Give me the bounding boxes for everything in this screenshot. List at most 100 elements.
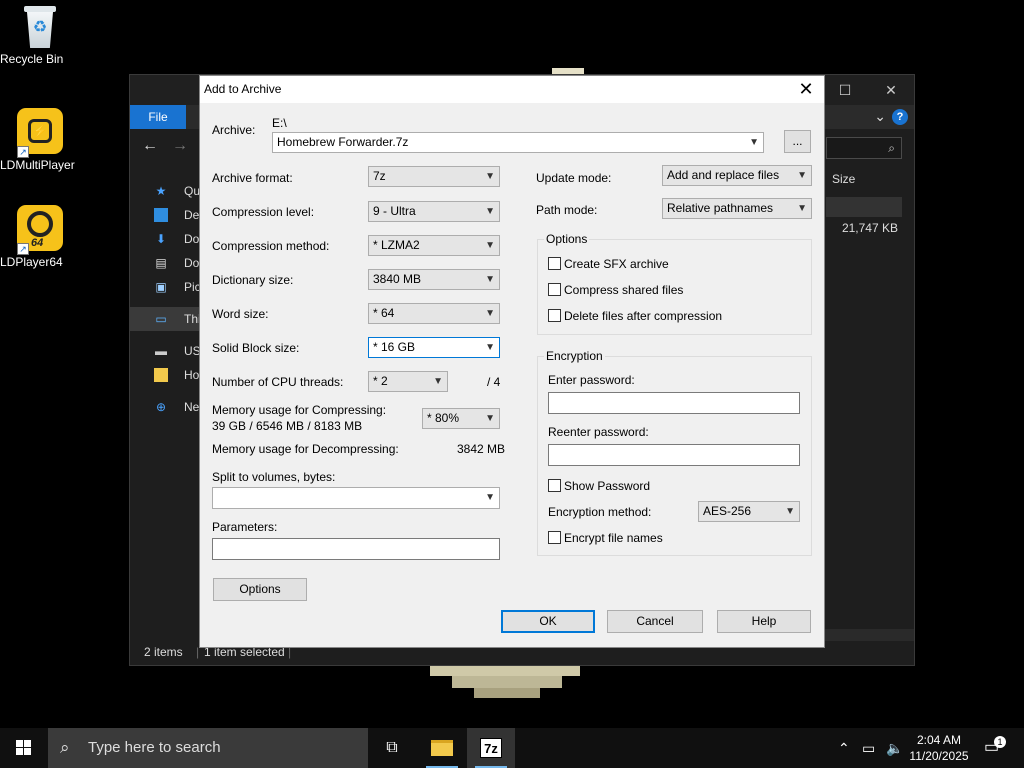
clock-date: 11/20/2025 [909,749,969,763]
ok-button[interactable]: OK [501,610,595,633]
ldmultiplayer-icon: ⚡ ↗ [17,108,63,158]
start-button[interactable] [0,728,48,768]
help-button[interactable]: Help [717,610,811,633]
desktop-icon-label: LDMultiPlayer [0,158,75,172]
desktop-icon-ldplayer64[interactable]: 64 ↗ LDPlayer64 [0,205,80,269]
explorer-search-box[interactable]: ⌕ [826,137,902,159]
memory-usage-select[interactable]: * 80% ▼ [422,408,500,429]
close-icon[interactable]: ✕ [794,78,818,100]
sidebar-item-homebrew[interactable]: Homebrew [130,363,200,387]
chevron-down-icon: ▼ [797,170,807,181]
help-icon[interactable]: ? [892,109,908,125]
memory-compress-value: 39 GB / 6546 MB / 8183 MB [212,419,363,433]
encrypt-names-checkbox[interactable]: Encrypt file names [548,531,663,545]
chevron-down-icon: ▼ [785,506,795,517]
7zip-icon: 7z [480,737,502,758]
archive-path: E:\ [272,116,287,130]
compression-level-select[interactable]: 9 - Ultra ▼ [368,201,500,222]
enter-password-input[interactable] [548,392,800,414]
create-sfx-checkbox[interactable]: Create SFX archive [548,257,669,271]
ldplayer-badge: 64 [31,237,44,249]
chevron-down-icon: ▼ [485,308,495,319]
sidebar-item-downloads[interactable]: ⬇ Downloads [130,227,200,251]
network-icon: ⊕ [155,400,167,414]
ribbon-file-tab[interactable]: File [130,105,186,129]
dictionary-size-label: Dictionary size: [212,273,294,287]
compression-method-select[interactable]: * LZMA2 ▼ [368,235,500,256]
reenter-password-input[interactable] [548,444,800,466]
taskbar-clock[interactable]: 2:04 AM 11/20/2025 [906,732,972,764]
chevron-up-icon[interactable]: ⌃ [838,728,850,768]
word-size-select[interactable]: * 64 ▼ [368,303,500,324]
sidebar-item-this-pc[interactable]: ▭ This PC [130,307,200,331]
taskbar-search-box[interactable]: ⌕ Type here to search [48,728,368,768]
chevron-down-icon[interactable]: ⌄ [874,108,886,125]
archive-format-select[interactable]: 7z ▼ [368,166,500,187]
archive-name-value: Homebrew Forwarder.7z [277,135,409,149]
notification-icon[interactable]: ▭ 1 [984,728,1006,768]
sidebar-item-usb-drive[interactable]: ▬ USB Drive [130,339,200,363]
memory-compress-label: Memory usage for Compressing: [212,403,387,417]
encryption-method-select[interactable]: AES-256 ▼ [698,501,800,522]
path-mode-select[interactable]: Relative pathnames ▼ [662,198,812,219]
forward-arrow-icon[interactable]: → [172,137,188,155]
checkbox-icon [548,309,561,322]
memory-decompress-label: Memory usage for Decompressing: [212,442,399,456]
compression-level-value: 9 - Ultra [373,204,416,218]
desktop-icon-ldmultiplayer[interactable]: ⚡ ↗ LDMultiPlayer [0,108,80,172]
search-placeholder: Type here to search [88,739,221,756]
shortcut-arrow-icon: ↗ [17,243,29,255]
memory-usage-value: * 80% [427,411,460,425]
split-volumes-combo[interactable]: ▼ [212,487,500,509]
cancel-button[interactable]: Cancel [607,610,703,633]
cpu-threads-select[interactable]: * 2 ▼ [368,371,448,392]
archive-name-combo[interactable]: Homebrew Forwarder.7z ▼ [272,132,764,153]
network-icon[interactable]: ▭ [862,728,875,768]
computer-icon: ▭ [155,312,167,326]
desktop-icon-recycle-bin[interactable]: ♻ Recycle Bin [0,6,80,66]
parameters-label: Parameters: [212,520,278,534]
close-icon[interactable]: ✕ [868,75,914,105]
checkbox-icon [548,479,561,492]
sidebar-item-network[interactable]: ⊕ Network [130,395,200,419]
sidebar-item-documents[interactable]: ▤ Documents [130,251,200,275]
document-icon: ▤ [155,256,167,270]
sidebar-item-label: Downloads [184,232,200,246]
volume-muted-icon[interactable]: 🔈 [886,728,903,768]
browse-button[interactable]: ... [784,130,811,153]
explorer-sidebar: ★ Quick access Desktop ⬇ Downloads ▤ Docume… [130,175,200,419]
compress-shared-label: Compress shared files [564,283,684,297]
dialog-titlebar[interactable]: Add to Archive ✕ [200,76,824,103]
show-password-checkbox[interactable]: Show Password [548,479,650,493]
sidebar-item-label: Network [184,400,200,414]
taskbar-7zip[interactable]: 7z [467,728,515,768]
task-view-button[interactable]: ⧉ [368,728,416,768]
column-header-size[interactable]: Size [830,169,900,189]
taskbar-file-explorer[interactable] [418,728,466,768]
options-button[interactable]: Options [213,578,307,601]
wallpaper-fragment [452,676,562,688]
add-to-archive-dialog[interactable]: Add to Archive ✕ Archive: E:\ Homebrew F… [199,75,825,648]
folder-icon [154,368,168,382]
chevron-down-icon: ▼ [433,376,443,387]
maximize-icon[interactable]: ☐ [822,75,868,105]
search-icon: ⌕ [60,738,70,757]
parameters-input[interactable] [212,538,500,560]
compress-shared-checkbox[interactable]: Compress shared files [548,283,683,297]
update-mode-select[interactable]: Add and replace files ▼ [662,165,812,186]
sidebar-item-label: USB Drive [184,344,200,358]
compression-method-value: * LZMA2 [373,238,420,252]
sidebar-item-quick-access[interactable]: ★ Quick access [130,179,200,203]
chevron-down-icon: ▼ [485,342,495,353]
delete-after-checkbox[interactable]: Delete files after compression [548,309,722,323]
chevron-down-icon[interactable]: ▼ [749,133,759,152]
selected-file-row[interactable] [826,197,902,217]
word-size-label: Word size: [212,307,269,321]
dictionary-size-select[interactable]: 3840 MB ▼ [368,269,500,290]
sidebar-item-pictures[interactable]: ▣ Pictures [130,275,200,299]
sidebar-item-desktop[interactable]: Desktop [130,203,200,227]
back-arrow-icon[interactable]: ← [142,137,158,155]
solid-block-size-select[interactable]: * 16 GB ▼ [368,337,500,358]
file-size: 21,747 KB [841,221,898,235]
recycle-bin-icon: ♻ [22,6,58,48]
